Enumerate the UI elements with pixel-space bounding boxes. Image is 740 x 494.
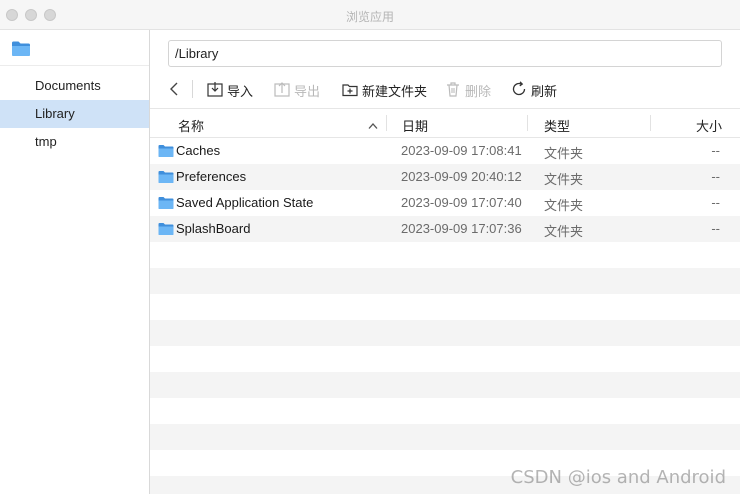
sidebar-header xyxy=(0,30,149,66)
file-date: 2023-09-09 17:07:40 xyxy=(401,195,522,210)
new-folder-icon xyxy=(342,81,362,100)
file-table: 名称 日期 类型 大小 Caches 2023-09-09 17:08:41 文… xyxy=(150,108,740,494)
main-pane: /Library 导入 导出 新建文件夹 删除 刷新 名称 日期 类型 大小 C… xyxy=(150,30,740,494)
folder-icon xyxy=(158,144,174,161)
toolbar: 导入 导出 新建文件夹 删除 刷新 xyxy=(150,74,740,106)
sidebar-item-library[interactable]: Library xyxy=(0,100,149,128)
file-name: Caches xyxy=(176,143,221,158)
new-folder-label: 新建文件夹 xyxy=(362,83,428,99)
table-row[interactable]: SplashBoard 2023-09-09 17:07:36 文件夹 -- xyxy=(150,216,740,242)
watermark-text: CSDN @ios and Android xyxy=(510,467,726,488)
folder-icon xyxy=(158,222,174,239)
column-header-date[interactable]: 日期 xyxy=(402,116,428,135)
new-folder-button[interactable]: 新建文件夹 xyxy=(342,78,427,102)
empty-row xyxy=(150,346,740,372)
empty-row xyxy=(150,294,740,320)
refresh-label: 刷新 xyxy=(531,83,558,99)
export-label: 导出 xyxy=(294,83,321,99)
empty-row xyxy=(150,424,740,450)
sort-ascending-icon[interactable] xyxy=(368,118,378,133)
import-button[interactable]: 导入 xyxy=(207,78,253,102)
file-size: -- xyxy=(711,143,720,158)
toolbar-divider xyxy=(192,80,193,98)
file-name: SplashBoard xyxy=(176,221,251,236)
file-kind: 文件夹 xyxy=(544,172,584,187)
file-size: -- xyxy=(711,221,720,236)
file-size: -- xyxy=(711,169,720,184)
refresh-icon xyxy=(511,80,531,100)
column-header-name[interactable]: 名称 xyxy=(178,116,204,135)
column-divider[interactable] xyxy=(650,115,651,131)
table-row[interactable]: Preferences 2023-09-09 20:40:12 文件夹 -- xyxy=(150,164,740,190)
path-field[interactable]: /Library xyxy=(168,40,722,67)
sidebar-item-documents[interactable]: Documents xyxy=(0,72,149,100)
empty-row xyxy=(150,320,740,346)
file-name: Saved Application State xyxy=(176,195,314,210)
column-header-kind[interactable]: 类型 xyxy=(544,116,570,135)
file-kind: 文件夹 xyxy=(544,224,584,239)
file-date: 2023-09-09 20:40:12 xyxy=(401,169,522,184)
column-divider[interactable] xyxy=(386,115,387,131)
column-header-size[interactable]: 大小 xyxy=(696,116,722,135)
table-header: 名称 日期 类型 大小 xyxy=(150,109,740,138)
file-kind: 文件夹 xyxy=(544,146,584,161)
file-date: 2023-09-09 17:08:41 xyxy=(401,143,522,158)
file-kind: 文件夹 xyxy=(544,198,584,213)
file-date: 2023-09-09 17:07:36 xyxy=(401,221,522,236)
file-browser-window: 浏览应用 Documents Library tmp /Library 导入 导… xyxy=(0,0,740,494)
file-size: -- xyxy=(711,195,720,210)
empty-row xyxy=(150,398,740,424)
export-icon xyxy=(274,81,294,100)
empty-row xyxy=(150,242,740,268)
title-bar: 浏览应用 xyxy=(0,0,740,30)
folder-icon xyxy=(11,40,31,60)
refresh-button[interactable]: 刷新 xyxy=(511,78,557,102)
file-name: Preferences xyxy=(176,169,247,184)
import-icon xyxy=(207,81,227,100)
trash-icon xyxy=(445,81,465,100)
folder-icon xyxy=(158,170,174,187)
folder-icon xyxy=(158,196,174,213)
empty-row xyxy=(150,372,740,398)
sidebar-item-tmp[interactable]: tmp xyxy=(0,128,149,156)
table-row[interactable]: Caches 2023-09-09 17:08:41 文件夹 -- xyxy=(150,138,740,164)
import-label: 导入 xyxy=(227,83,254,99)
delete-label: 删除 xyxy=(465,83,492,99)
empty-row xyxy=(150,268,740,294)
delete-button[interactable]: 删除 xyxy=(445,78,491,102)
table-row[interactable]: Saved Application State 2023-09-09 17:07… xyxy=(150,190,740,216)
back-button[interactable] xyxy=(168,78,184,102)
window-title: 浏览应用 xyxy=(345,10,394,24)
export-button[interactable]: 导出 xyxy=(274,78,320,102)
chevron-left-icon xyxy=(168,81,184,100)
column-divider[interactable] xyxy=(527,115,528,131)
sidebar: Documents Library tmp xyxy=(0,30,150,494)
